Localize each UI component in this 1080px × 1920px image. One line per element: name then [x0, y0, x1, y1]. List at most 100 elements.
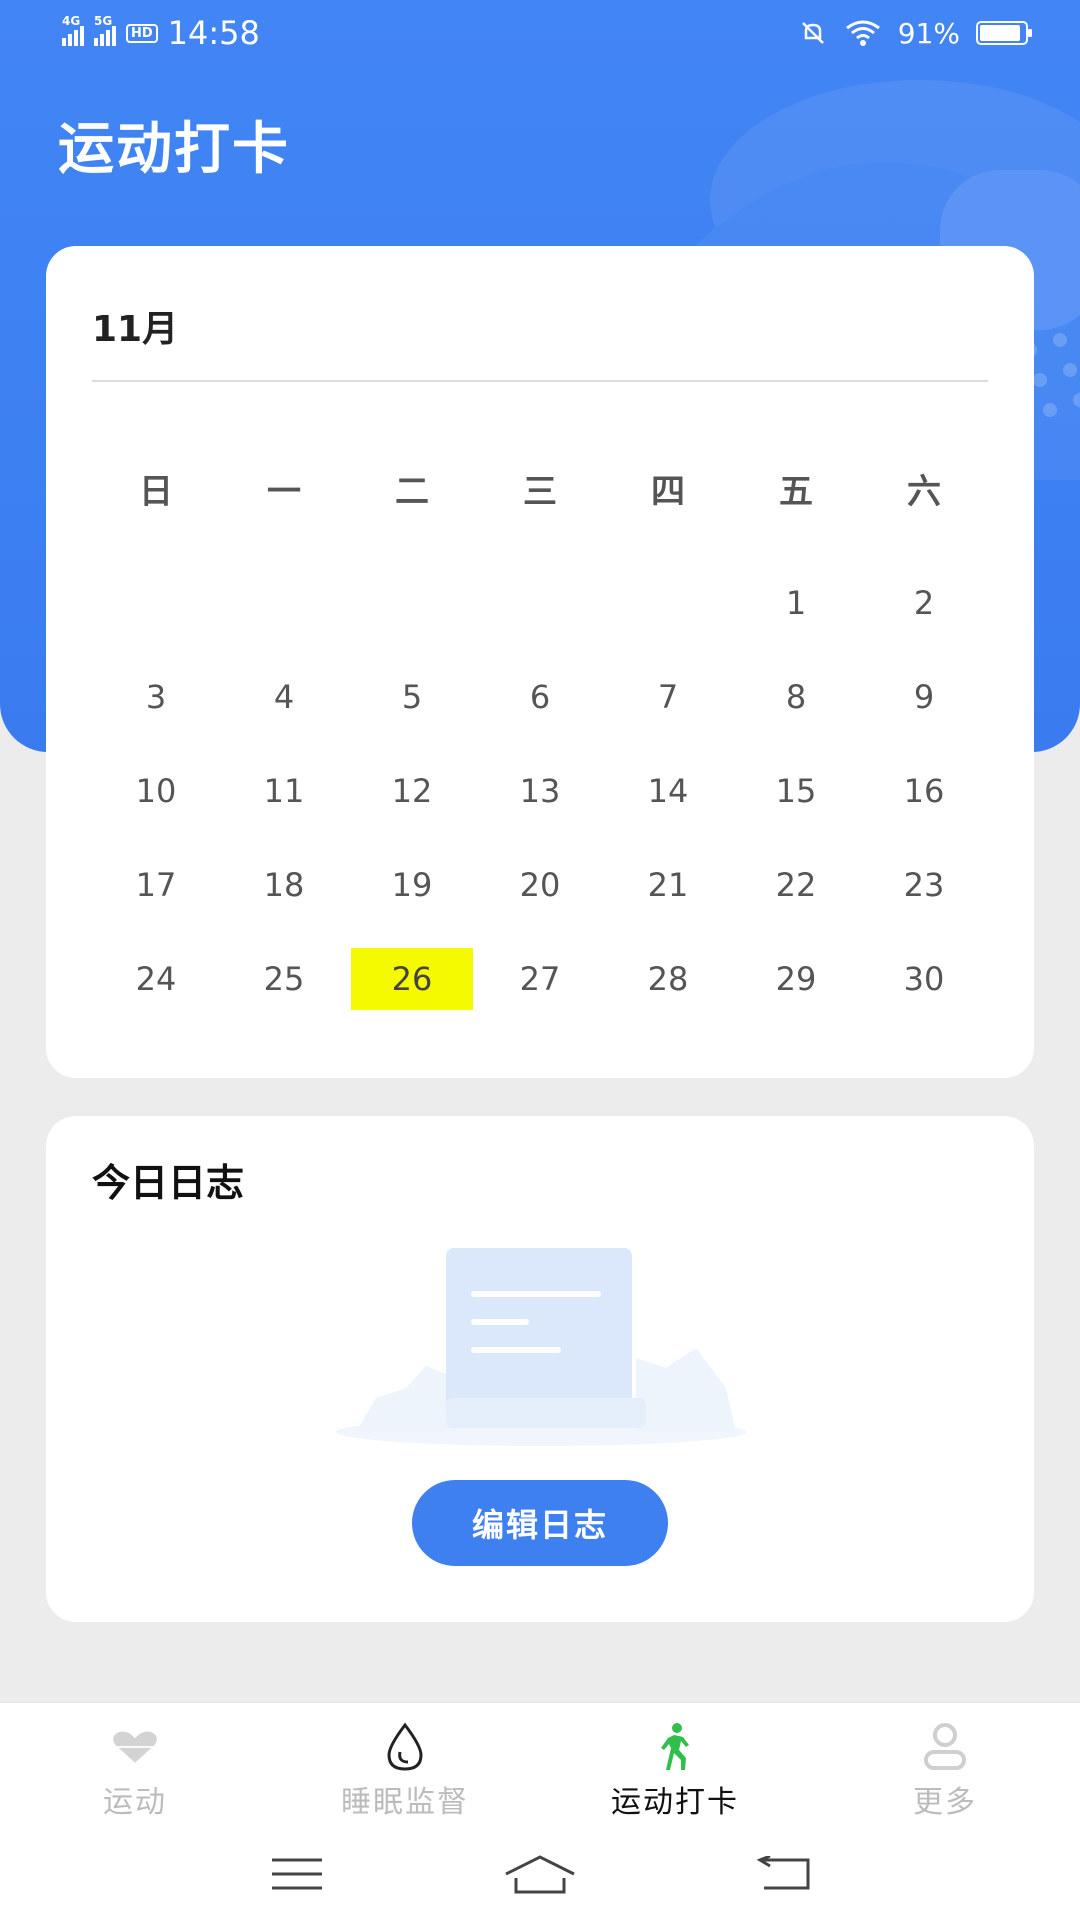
calendar-cell: 19 — [348, 854, 476, 916]
person-icon — [924, 1723, 966, 1770]
calendar-week-row: 10 11 12 13 14 15 16 — [92, 760, 988, 822]
back-icon[interactable] — [756, 1856, 810, 1892]
page-title: 运动打卡 — [58, 117, 290, 182]
calendar-day[interactable]: 4 — [223, 666, 345, 728]
calendar-cell: 23 — [860, 854, 988, 916]
tab-label: 睡眠监督 — [341, 1785, 469, 1820]
calendar-cell — [348, 572, 476, 634]
today-log-card: 今日日志 编辑日志 — [46, 1116, 1034, 1622]
calendar-day[interactable]: 13 — [479, 760, 601, 822]
calendar-cell: 9 — [860, 666, 988, 728]
calendar-cell — [92, 572, 220, 634]
calendar-cell: 26 — [348, 948, 476, 1010]
calendar-day[interactable]: 18 — [223, 854, 345, 916]
calendar-day[interactable]: 6 — [479, 666, 601, 728]
calendar-cell: 7 — [604, 666, 732, 728]
calendar-cell: 3 — [92, 666, 220, 728]
calendar-cell: 28 — [604, 948, 732, 1010]
calendar-day[interactable]: 11 — [223, 760, 345, 822]
walking-person-icon — [661, 1723, 689, 1770]
calendar-day[interactable]: 19 — [351, 854, 473, 916]
water-drop-icon — [387, 1722, 423, 1771]
calendar-week-row: 3456789 — [92, 666, 988, 728]
calendar-day[interactable]: 8 — [735, 666, 857, 728]
calendar-cell — [476, 572, 604, 634]
calendar-cell: 11 — [220, 760, 348, 822]
calendar-day[interactable]: 16 — [863, 760, 985, 822]
weekday-header: 日 一 二 三 四 五 六 — [92, 464, 988, 513]
calendar-cell: 18 — [220, 854, 348, 916]
system-navigation-bar — [0, 1839, 1080, 1909]
calendar-cell: 21 — [604, 854, 732, 916]
calendar-day[interactable]: 17 — [95, 854, 217, 916]
mute-bell-icon — [801, 22, 824, 44]
weekday-label: 日 — [139, 472, 173, 512]
calendar-cell: 29 — [732, 948, 860, 1010]
calendar-cell: 20 — [476, 854, 604, 916]
cellular-signal-icon: 4G — [62, 14, 84, 46]
heart-icon — [110, 1731, 160, 1763]
calendar-cell: 2 — [860, 572, 988, 634]
calendar-day[interactable]: 7 — [607, 666, 729, 728]
calendar-cell: 10 — [92, 760, 220, 822]
clock: 14:58 — [167, 14, 260, 52]
calendar-cell: 5 — [348, 666, 476, 728]
calendar-day[interactable]: 24 — [95, 948, 217, 1010]
calendar-cell: 6 — [476, 666, 604, 728]
calendar-day[interactable]: 1 — [735, 572, 857, 634]
calendar-day[interactable]: 29 — [735, 948, 857, 1010]
calendar-day[interactable]: 23 — [863, 854, 985, 916]
battery-icon — [976, 21, 1032, 45]
calendar-cell: 12 — [348, 760, 476, 822]
status-bar: 4G 5G HD 14:58 91% — [0, 0, 1080, 66]
calendar-day[interactable]: 14 — [607, 760, 729, 822]
menu-icon[interactable] — [270, 1856, 324, 1892]
calendar-cell: 15 — [732, 760, 860, 822]
calendar-day[interactable]: 25 — [223, 948, 345, 1010]
weekday-label: 四 — [651, 472, 685, 512]
calendar-day[interactable]: 27 — [479, 948, 601, 1010]
calendar-cell: 16 — [860, 760, 988, 822]
calendar-cell — [604, 572, 732, 634]
hd-voice-icon: HD — [126, 23, 158, 43]
tab-more[interactable]: 更多 — [810, 1723, 1080, 1821]
calendar-day[interactable]: 30 — [863, 948, 985, 1010]
calendar-cell: 14 — [604, 760, 732, 822]
calendar-day[interactable]: 9 — [863, 666, 985, 728]
edit-log-button[interactable]: 编辑日志 — [412, 1480, 668, 1566]
calendar-day[interactable]: 5 — [351, 666, 473, 728]
cellular-signal-icon: 5G — [94, 14, 116, 46]
empty-document-icon — [336, 1248, 746, 1446]
tab-exercise[interactable]: 运动 — [0, 1723, 270, 1821]
tab-checkin[interactable]: 运动打卡 — [540, 1723, 810, 1821]
weekday-label: 六 — [907, 472, 941, 512]
calendar-cell: 25 — [220, 948, 348, 1010]
tab-sleep[interactable]: 睡眠监督 — [270, 1722, 540, 1821]
tab-label: 运动 — [103, 1785, 167, 1820]
calendar-cell: 22 — [732, 854, 860, 916]
tab-label: 更多 — [913, 1785, 977, 1820]
calendar-day[interactable]: 12 — [351, 760, 473, 822]
tab-label: 运动打卡 — [611, 1785, 739, 1820]
calendar-week-row: 12 — [92, 572, 988, 634]
calendar-day[interactable]: 3 — [95, 666, 217, 728]
calendar-cell: 8 — [732, 666, 860, 728]
weekday-label: 五 — [779, 472, 813, 512]
calendar-day[interactable]: 2 — [863, 572, 985, 634]
calendar-day[interactable]: 22 — [735, 854, 857, 916]
calendar-cell: 27 — [476, 948, 604, 1010]
calendar-day[interactable]: 28 — [607, 948, 729, 1010]
month-label: 11月 — [92, 309, 179, 350]
calendar-week-row: 24 25 26 27 28 29 30 — [92, 948, 988, 1010]
wifi-icon — [845, 20, 880, 46]
calendar-cell: 4 — [220, 666, 348, 728]
calendar-day[interactable]: 21 — [607, 854, 729, 916]
calendar-day[interactable]: 10 — [95, 760, 217, 822]
divider — [92, 380, 988, 382]
calendar-cell: 24 — [92, 948, 220, 1010]
home-icon[interactable] — [504, 1854, 576, 1894]
log-title: 今日日志 — [92, 1161, 245, 1205]
calendar-day[interactable]: 20 — [479, 854, 601, 916]
calendar-day-selected[interactable]: 26 — [351, 948, 473, 1010]
calendar-day[interactable]: 15 — [735, 760, 857, 822]
